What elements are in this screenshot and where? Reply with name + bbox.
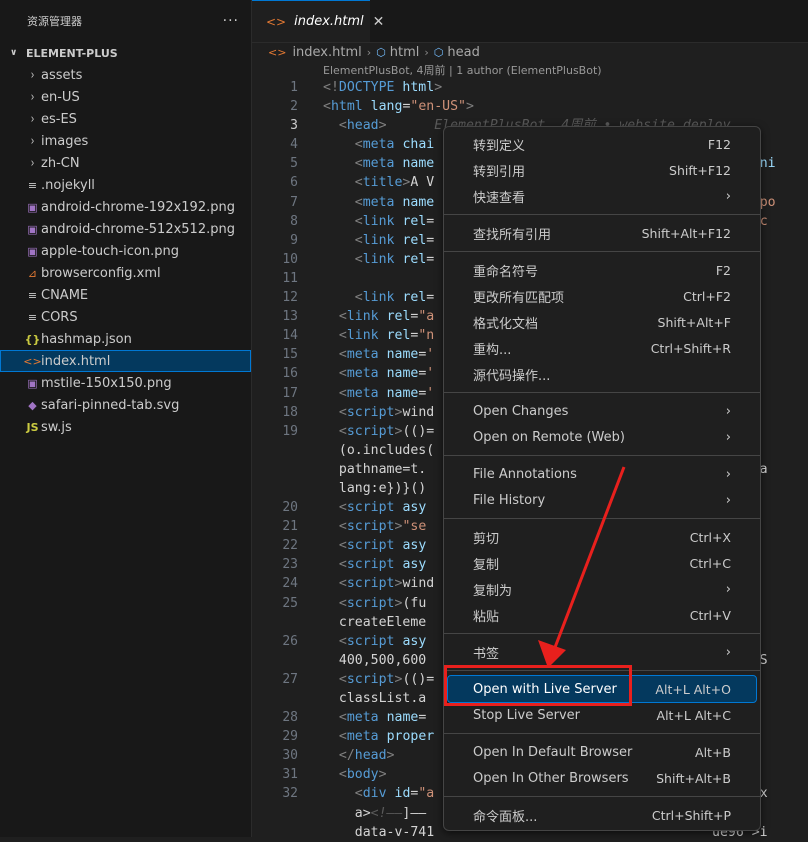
arrow-shaft — [552, 466, 626, 651]
arrow-head — [538, 640, 566, 668]
annotation-arrow — [538, 466, 626, 668]
